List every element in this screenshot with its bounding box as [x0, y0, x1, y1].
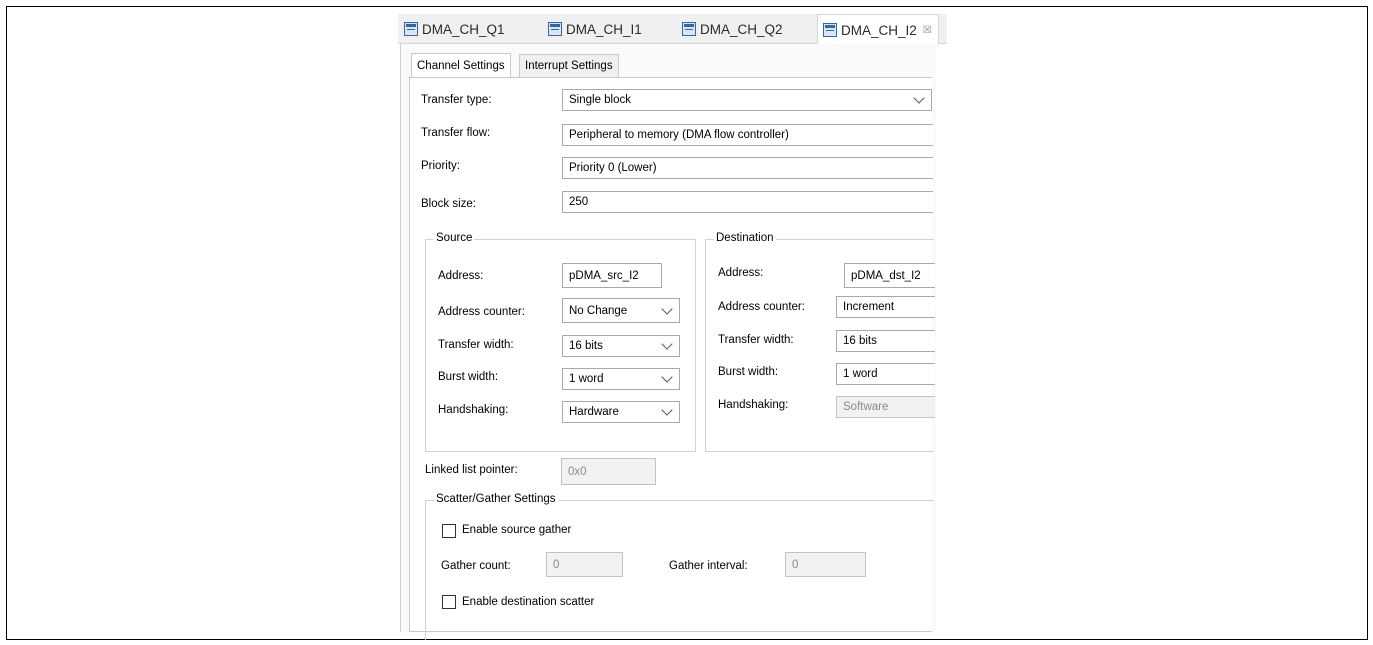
destination-counter-field[interactable]: Increment [836, 296, 935, 318]
destination-title: Destination [714, 232, 776, 244]
transfer-type-value: Single block [569, 94, 632, 106]
tab-dma-ch-q1[interactable]: DMA_CH_Q1 [404, 14, 505, 44]
source-burst-select[interactable]: 1 word [562, 368, 680, 390]
source-address-label: Address: [438, 270, 484, 282]
source-counter-select[interactable]: No Change [562, 298, 680, 323]
source-width-label: Transfer width: [438, 339, 514, 351]
table-icon [682, 22, 696, 36]
destination-burst-label: Burst width: [718, 366, 779, 378]
chevron-down-icon [661, 302, 673, 315]
tab-label: DMA_CH_Q2 [700, 21, 783, 37]
tab-interrupt-settings[interactable]: Interrupt Settings [519, 54, 619, 77]
source-address-input[interactable]: pDMA_src_I2 [562, 263, 662, 288]
destination-handshake-field: Software [836, 396, 935, 418]
destination-counter-label: Address counter: [718, 301, 805, 313]
source-counter-label: Address counter: [438, 306, 525, 318]
transfer-type-select[interactable]: Single block [562, 89, 932, 111]
tab-channel-settings[interactable]: Channel Settings [411, 53, 511, 77]
transfer-type-label: Transfer type: [421, 94, 492, 106]
channel-settings-page: Transfer type: Single block Transfer flo… [409, 77, 935, 640]
gather-interval-field: 0 [785, 552, 866, 577]
table-icon [548, 22, 562, 36]
source-group: Source Address: pDMA_src_I2 Address coun… [425, 232, 696, 452]
scatter-gather-group: Scatter/Gather Settings Enable source ga… [425, 493, 934, 640]
enable-gather-label: Enable source gather [462, 524, 572, 536]
chevron-down-icon [913, 92, 925, 104]
chevron-down-icon [661, 404, 673, 416]
table-icon [404, 22, 418, 36]
tab-dma-ch-q2[interactable]: DMA_CH_Q2 [682, 14, 783, 44]
source-width-value: 16 bits [569, 340, 603, 352]
editor-panel: Channel Settings Interrupt Settings Tran… [400, 44, 936, 640]
source-burst-label: Burst width: [438, 371, 499, 383]
gather-interval-label: Gather interval: [669, 560, 748, 572]
gather-count-field: 0 [546, 552, 623, 577]
tab-dma-ch-i2[interactable]: DMA_CH_I2 ☒ [817, 14, 939, 45]
source-burst-value: 1 word [569, 373, 604, 385]
block-size-input[interactable]: 250 [562, 191, 933, 213]
gather-count-label: Gather count: [441, 560, 511, 572]
source-title: Source [434, 232, 475, 244]
chevron-down-icon [661, 338, 673, 350]
destination-address-field[interactable]: pDMA_dst_I2 [844, 263, 935, 288]
source-handshake-select[interactable]: Hardware [562, 401, 680, 423]
source-handshake-label: Handshaking: [438, 404, 509, 416]
linked-list-field: 0x0 [561, 458, 656, 485]
tab-label: DMA_CH_I1 [566, 21, 642, 37]
destination-handshake-label: Handshaking: [718, 399, 789, 411]
source-handshake-value: Hardware [569, 406, 619, 418]
enable-scatter-checkbox[interactable] [442, 595, 456, 609]
destination-group: Destination Address: pDMA_dst_I2 Address… [705, 232, 935, 452]
transfer-flow-label: Transfer flow: [421, 127, 491, 139]
destination-burst-field[interactable]: 1 word [836, 363, 935, 385]
priority-label: Priority: [421, 160, 460, 172]
source-counter-value: No Change [569, 304, 628, 317]
destination-width-field[interactable]: 16 bits [836, 330, 935, 352]
tab-dma-ch-i1[interactable]: DMA_CH_I1 [548, 14, 642, 44]
enable-scatter-label: Enable destination scatter [462, 596, 595, 608]
editor-tab-bar: DMA_CH_Q1 DMA_CH_I1 DMA_CH_Q2 DMA_CH_I2 … [398, 14, 947, 45]
block-size-label: Block size: [421, 198, 476, 210]
scatter-gather-title: Scatter/Gather Settings [434, 493, 558, 505]
priority-field[interactable]: Priority 0 (Lower) [562, 157, 933, 179]
close-icon[interactable]: ☒ [923, 25, 932, 36]
transfer-flow-field[interactable]: Peripheral to memory (DMA flow controlle… [562, 124, 933, 146]
tab-label: DMA_CH_I2 [841, 22, 917, 38]
tab-label: DMA_CH_Q1 [422, 21, 505, 37]
chevron-down-icon [661, 371, 673, 383]
table-icon [823, 23, 837, 37]
source-width-select[interactable]: 16 bits [562, 335, 680, 357]
enable-gather-checkbox[interactable] [442, 524, 456, 538]
destination-address-label: Address: [718, 267, 764, 279]
destination-width-label: Transfer width: [718, 334, 794, 346]
linked-list-label: Linked list pointer: [425, 464, 518, 476]
